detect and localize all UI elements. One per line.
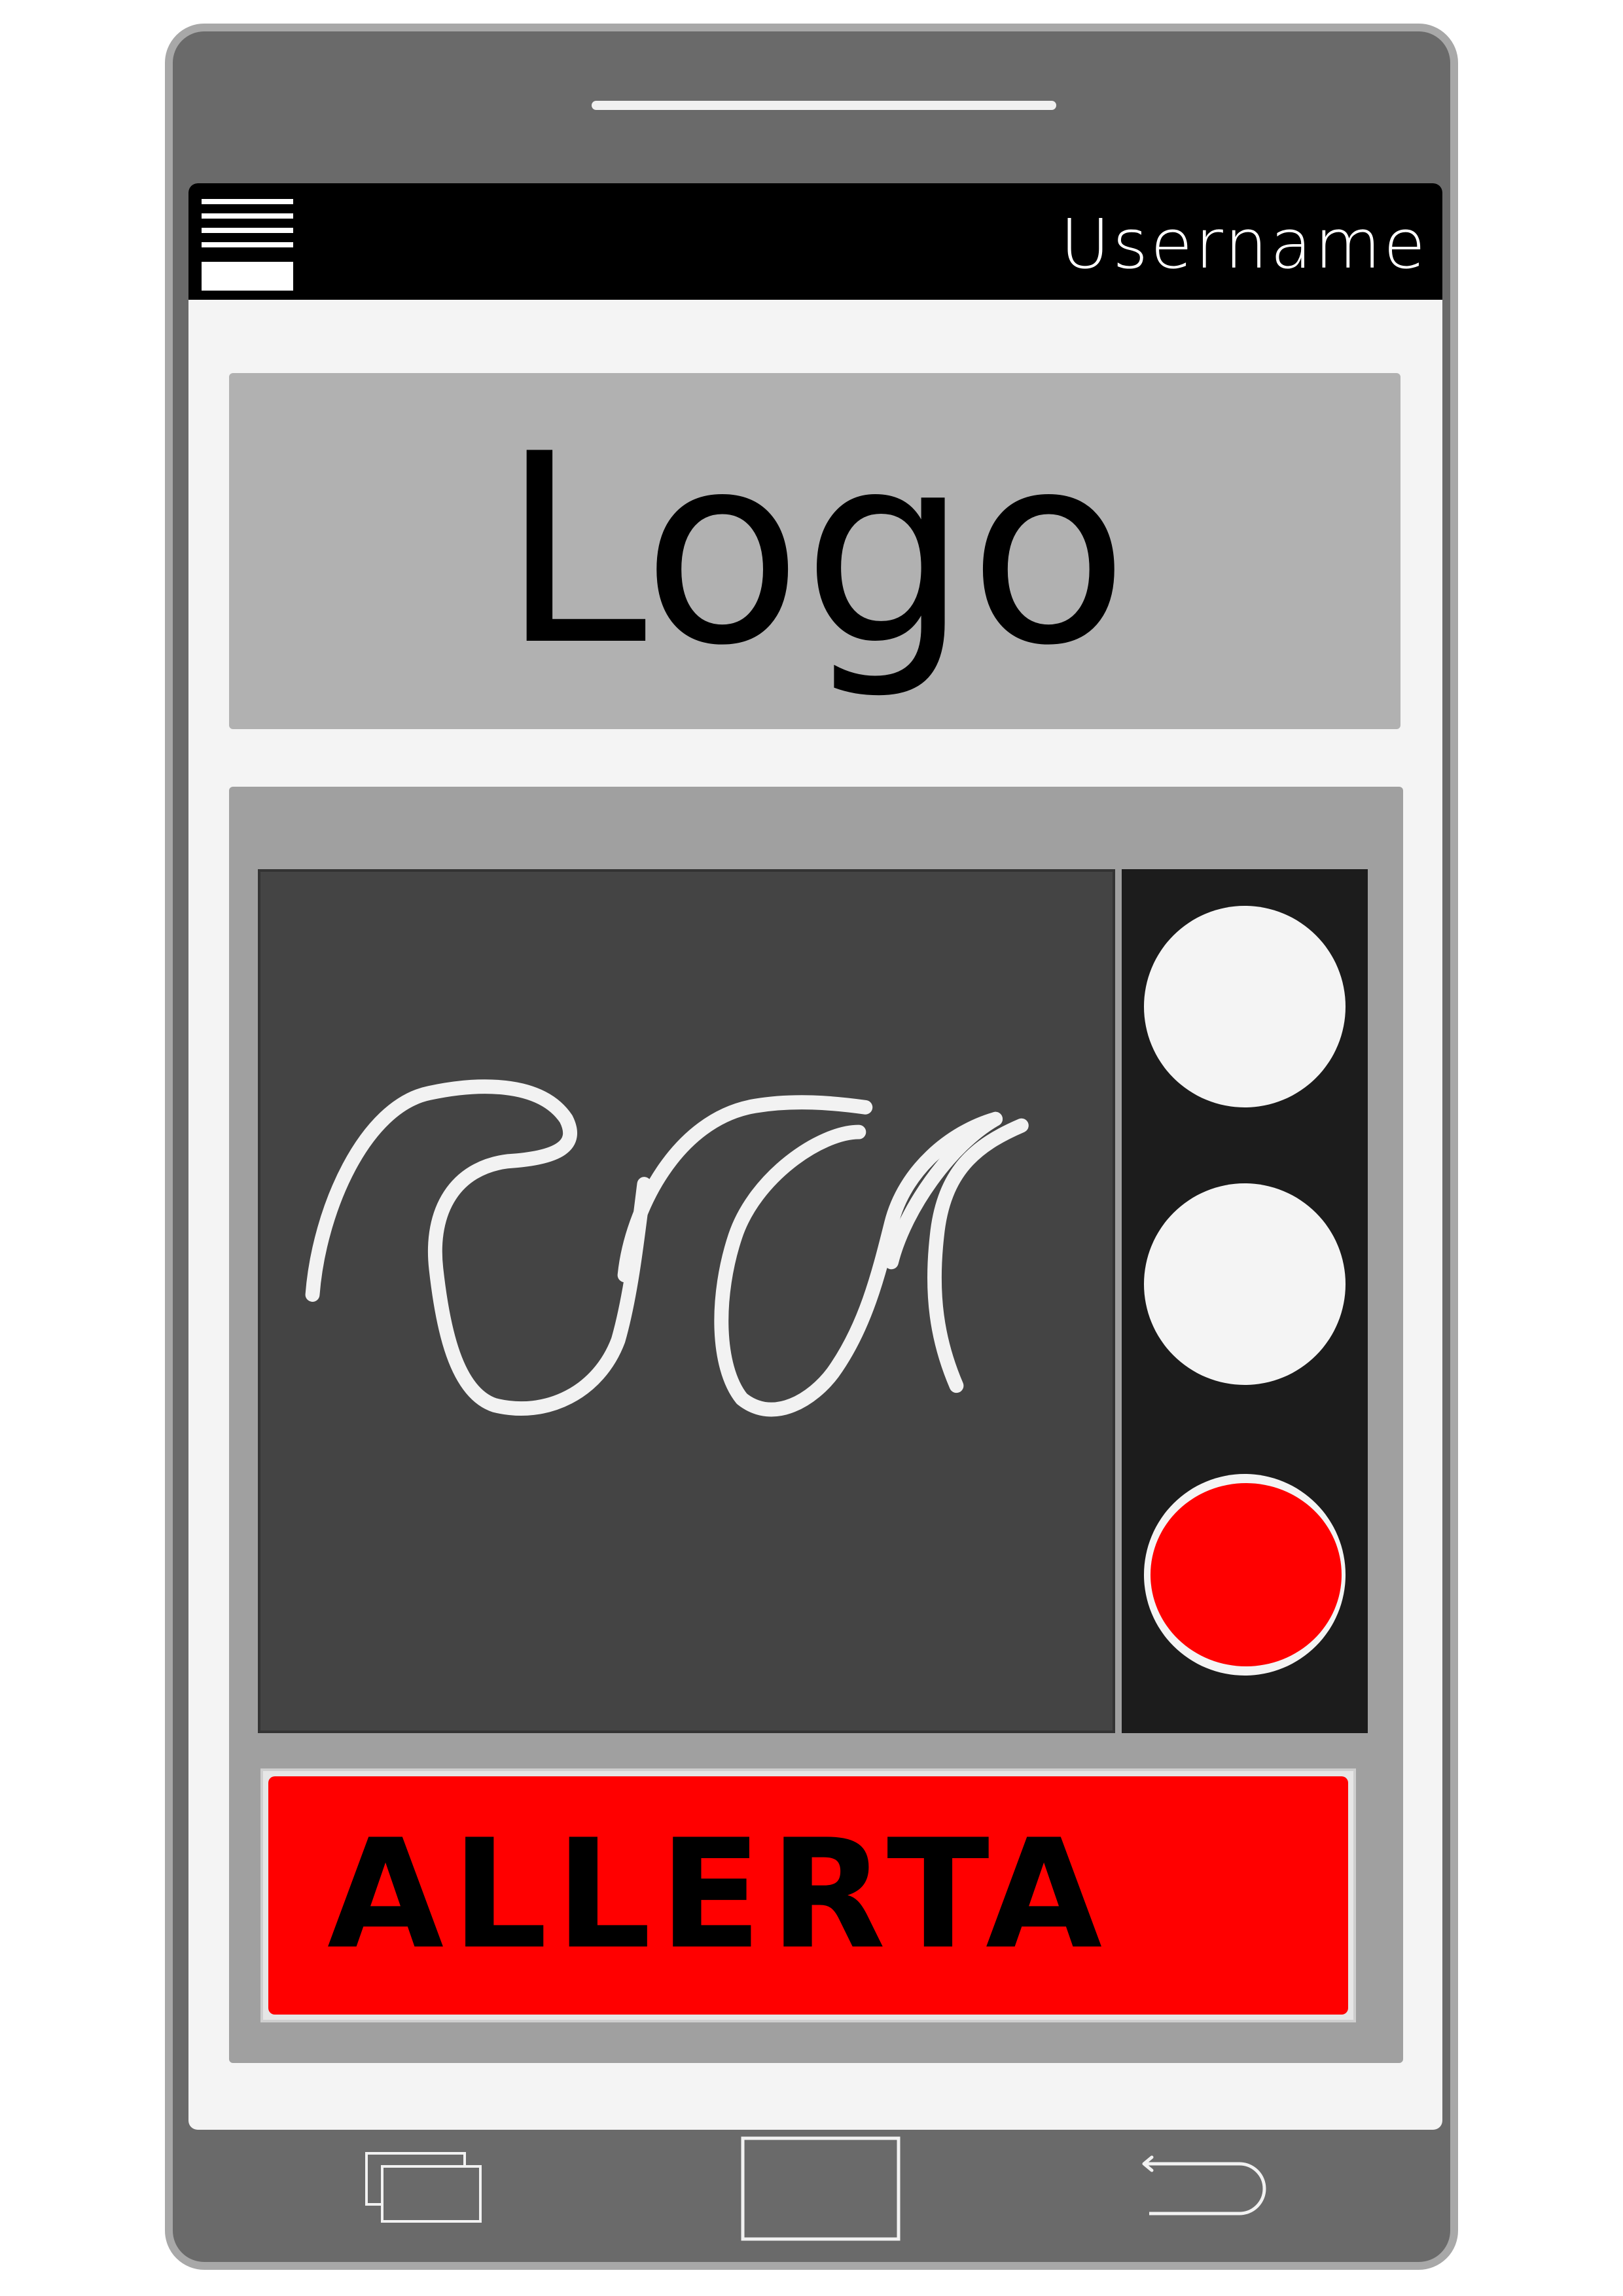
speaker-grille — [592, 101, 1056, 110]
round-button-3-active[interactable] — [1144, 1474, 1346, 1676]
round-button-1[interactable] — [1144, 906, 1346, 1107]
phone-frame: Username Logo ALLERTA — [165, 24, 1458, 2270]
recent-apps-icon[interactable] — [365, 2152, 483, 2224]
content-panel: ALLERTA — [229, 787, 1403, 2063]
home-icon[interactable] — [741, 2136, 901, 2241]
hamburger-menu-icon[interactable] — [202, 199, 293, 291]
round-button-2[interactable] — [1144, 1183, 1346, 1385]
app-screen: Username Logo ALLERTA — [188, 183, 1442, 2130]
alert-label: ALLERTA — [327, 1808, 1111, 1982]
alert-button[interactable]: ALLERTA — [268, 1776, 1348, 2015]
active-indicator — [1150, 1483, 1342, 1666]
logo-text: Logo — [501, 399, 1129, 703]
back-arrow-icon[interactable] — [1135, 2151, 1272, 2229]
logo-area: Logo — [229, 373, 1400, 729]
alert-container: ALLERTA — [260, 1768, 1356, 2022]
button-column — [1122, 869, 1368, 1733]
top-bar: Username — [188, 183, 1442, 300]
system-nav-bar — [173, 2131, 1450, 2262]
display-panel — [258, 869, 1115, 1733]
username-label[interactable]: Username — [1060, 195, 1428, 293]
scribble-drawing — [305, 1079, 1029, 1417]
